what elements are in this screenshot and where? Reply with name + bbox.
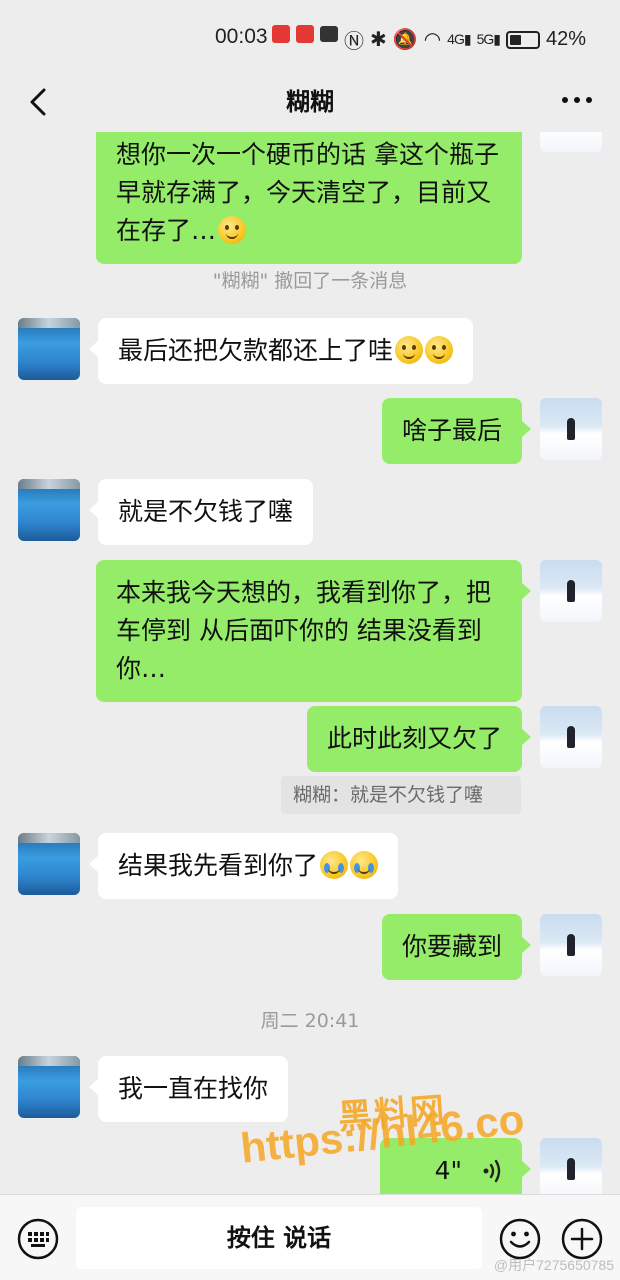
- message-text: 最后还把欠款都还上了哇: [118, 336, 394, 365]
- quoted-message[interactable]: 糊糊：就是不欠钱了噻: [281, 776, 521, 814]
- app-notification-icon: [296, 25, 314, 43]
- contact-avatar[interactable]: [18, 1056, 80, 1118]
- message-text: 结果我先看到你了: [118, 851, 319, 880]
- nfc-icon: Ⓝ: [344, 31, 365, 53]
- chat-area[interactable]: 想你一次一个硬币的话 拿这个瓶子早就存满了，今天清空了，目前又在存了… "糊糊"…: [0, 132, 620, 1194]
- my-avatar[interactable]: [540, 706, 602, 768]
- smile-emoji-icon: [395, 336, 424, 364]
- system-icons: Ⓝ ✱ 🔕 ◠ 4G▮ 5G▮ 42%: [344, 25, 586, 54]
- message-text: 就是不欠钱了噻: [118, 497, 294, 526]
- message-bubble[interactable]: 你要藏到: [381, 914, 532, 980]
- my-avatar[interactable]: [540, 132, 602, 152]
- my-avatar[interactable]: [540, 560, 602, 622]
- chat-header: 糊糊: [0, 72, 620, 132]
- smile-emoji-icon: [425, 336, 454, 364]
- corner-watermark: @用户7275650785: [493, 1257, 614, 1273]
- status-time: 00:03: [215, 25, 268, 48]
- signal-4g-icon: 4G▮: [447, 31, 471, 47]
- battery-icon: [505, 30, 540, 49]
- message-bubble[interactable]: 啥子最后: [381, 398, 532, 464]
- message-text: 本来我今天想的，我看到你了，把车停到 从后面吓你的 结果没看到你…: [116, 578, 492, 683]
- message-bubble[interactable]: 最后还把欠款都还上了哇: [88, 318, 474, 384]
- wifi-icon: ◠: [423, 29, 442, 51]
- message-bubble[interactable]: 想你一次一个硬币的话 拿这个瓶子早就存满了，今天清空了，目前又在存了…: [96, 132, 522, 264]
- my-avatar[interactable]: [540, 1138, 602, 1194]
- signal-5g-icon: 5G▮: [476, 31, 501, 47]
- battery-percent: 42%: [545, 28, 586, 50]
- message-bubble[interactable]: 结果我先看到你了: [88, 833, 399, 899]
- status-bar: 00:03 Ⓝ ✱ 🔕 ◠ 4G▮ 5G▮ 42%: [0, 0, 620, 72]
- smile-emoji-icon: [218, 216, 247, 244]
- message-text: 我一直在找你: [118, 1074, 269, 1103]
- mute-icon: 🔕: [392, 29, 418, 51]
- app-notification-icon: [272, 25, 290, 43]
- input-bar: 按住 说话 @用户7275650785: [0, 1194, 620, 1280]
- bluetooth-icon: ✱: [370, 29, 387, 51]
- message-bubble[interactable]: 本来我今天想的，我看到你了，把车停到 从后面吓你的 结果没看到你…: [96, 560, 531, 702]
- message-bubble[interactable]: 就是不欠钱了噻: [88, 479, 314, 545]
- message-text: 你要藏到: [401, 932, 502, 961]
- app-notification-icon: [320, 26, 338, 42]
- my-avatar[interactable]: [540, 914, 602, 976]
- notification-icons: [272, 25, 338, 43]
- more-icon[interactable]: [560, 92, 594, 108]
- my-avatar[interactable]: [540, 398, 602, 460]
- crying-laugh-emoji-icon: [320, 851, 349, 879]
- contact-avatar[interactable]: [18, 479, 80, 541]
- keyboard-icon[interactable]: [16, 1217, 60, 1261]
- message-text: 想你一次一个硬币的话 拿这个瓶子早就存满了，今天清空了，目前又在存了…: [116, 140, 499, 245]
- voice-duration: 4": [434, 1156, 463, 1185]
- message-text: 此时此刻又欠了: [326, 724, 502, 753]
- voice-wave-icon: [483, 1159, 501, 1183]
- message-text: 啥子最后: [401, 416, 502, 445]
- recall-notice: "糊糊" 撤回了一条消息: [212, 270, 408, 292]
- crying-laugh-emoji-icon: [350, 851, 379, 879]
- contact-avatar[interactable]: [18, 833, 80, 895]
- message-bubble[interactable]: 我一直在找你: [88, 1056, 289, 1122]
- time-divider: 周二 20:41: [260, 1010, 360, 1032]
- message-bubble[interactable]: 此时此刻又欠了: [306, 706, 532, 772]
- chat-title: 糊糊: [286, 88, 334, 116]
- hold-to-talk-button[interactable]: 按住 说话: [76, 1207, 482, 1269]
- contact-avatar[interactable]: [18, 318, 80, 380]
